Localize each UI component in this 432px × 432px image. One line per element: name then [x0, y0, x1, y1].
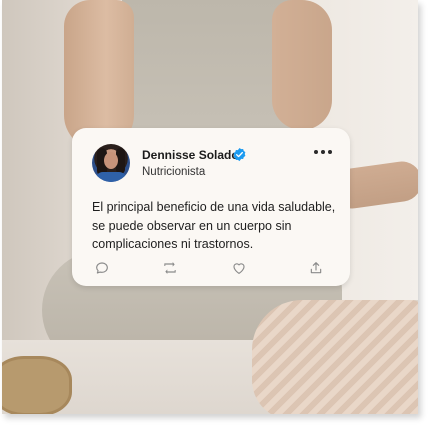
avatar-shirt	[95, 172, 127, 182]
background-blanket	[252, 300, 418, 414]
heart-icon	[233, 263, 245, 274]
verified-badge-icon	[233, 147, 246, 162]
like-button[interactable]	[231, 260, 247, 276]
repost-icon	[164, 262, 176, 274]
more-dot	[314, 150, 318, 154]
share-icon	[310, 262, 322, 274]
repost-button[interactable]	[162, 260, 178, 276]
author-role: Nutricionista	[142, 166, 206, 178]
photo-background: Dennisse Solado Nutricionista El princip…	[2, 0, 418, 414]
more-dot	[321, 150, 325, 154]
author-name[interactable]: Dennisse Solado	[142, 148, 239, 162]
share-button[interactable]	[308, 260, 324, 276]
avatar-face	[104, 152, 118, 169]
post-text: El principal beneficio de una vida salud…	[92, 200, 336, 251]
more-horizontal-icon[interactable]	[314, 148, 332, 156]
background-right-arm	[272, 0, 332, 130]
avatar[interactable]	[92, 144, 130, 182]
post-actions	[72, 260, 350, 280]
background-tray	[2, 356, 72, 414]
post-card: Dennisse Solado Nutricionista El princip…	[72, 128, 350, 286]
comment-icon	[96, 262, 108, 274]
more-dot	[328, 150, 332, 154]
reply-button[interactable]	[94, 260, 110, 276]
